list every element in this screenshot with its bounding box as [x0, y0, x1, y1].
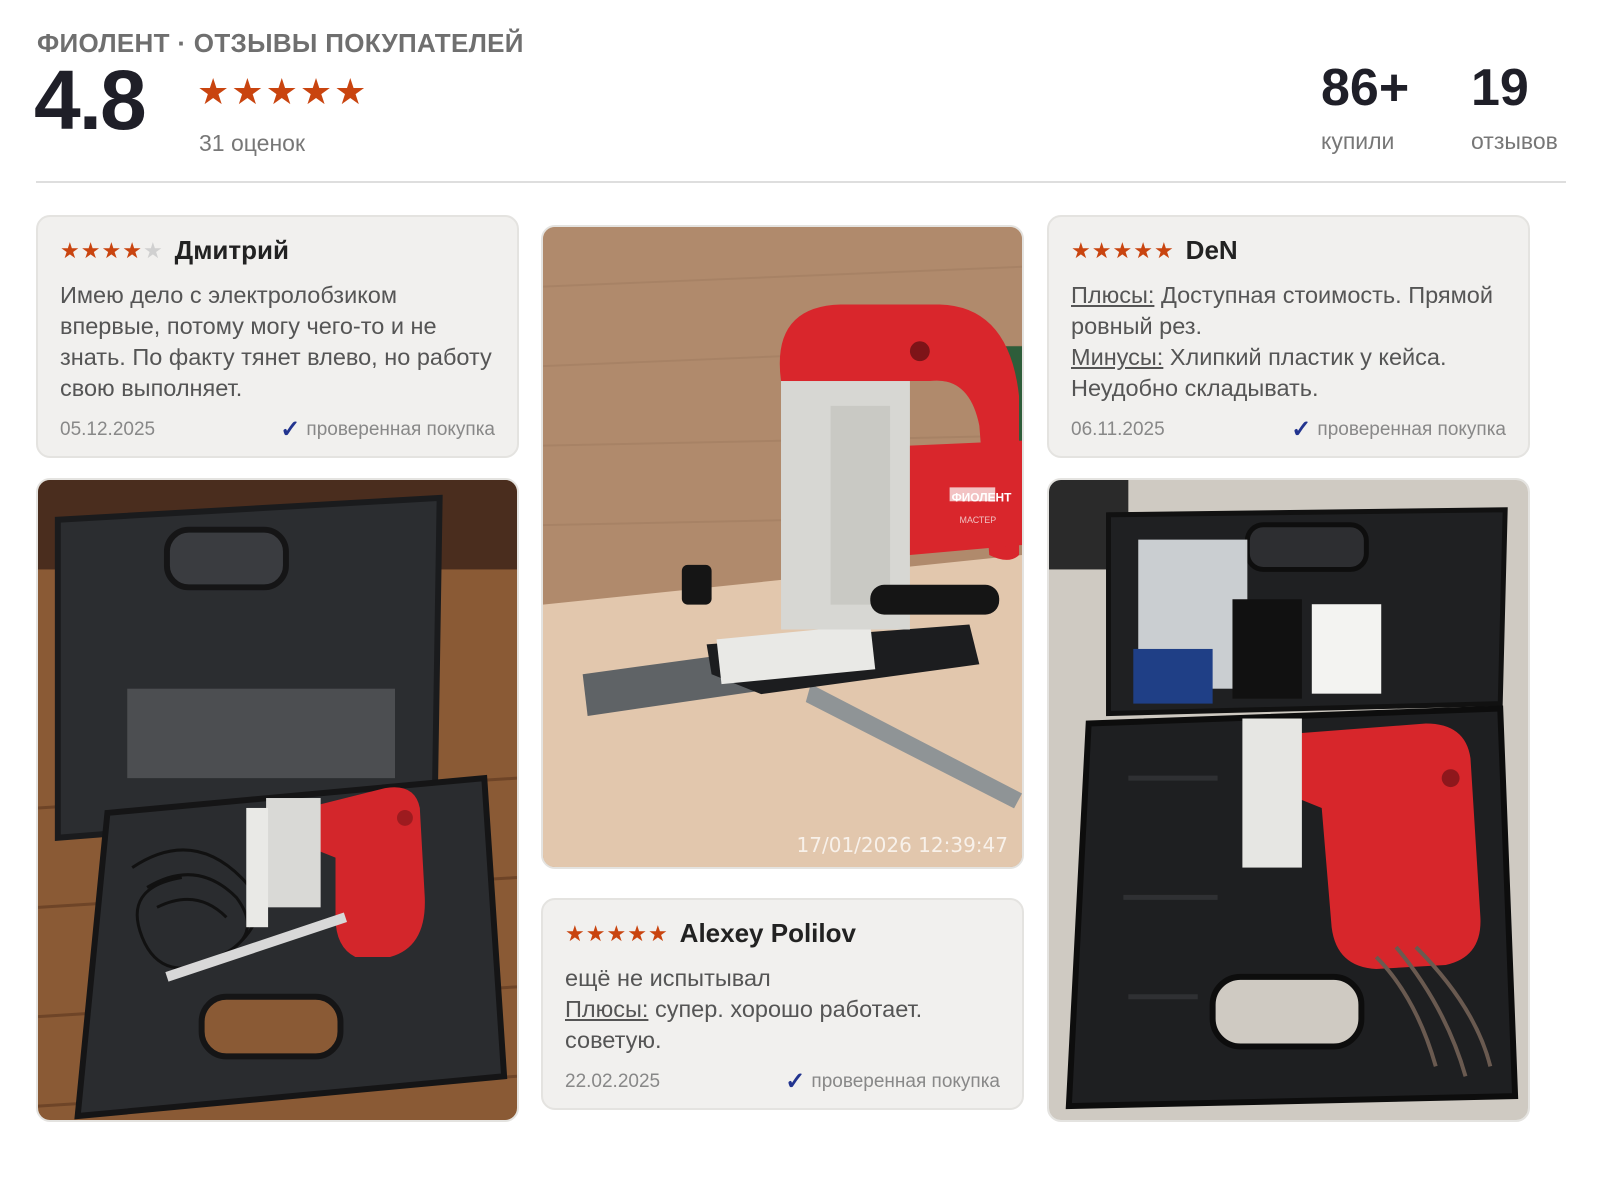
check-icon: ✓: [785, 1068, 806, 1095]
star-icon: ★: [1112, 237, 1133, 263]
verified-badge: ✓ проверенная покупка: [1291, 418, 1506, 442]
verified-label: проверенная покупка: [1317, 419, 1506, 440]
review-stars: ★ ★ ★ ★ ★: [60, 237, 163, 263]
photo-jigsaw-with-guide: ФИОЛЕНТ МАСТЕР: [543, 227, 1022, 867]
review-comment: ещё не испытывал: [565, 965, 771, 991]
star-icon: ★: [627, 920, 647, 946]
review-photo[interactable]: [1047, 478, 1530, 1122]
review-text: ещё не испытывал Плюсы: супер. хорошо ра…: [565, 963, 1000, 1056]
review-card[interactable]: ★ ★ ★ ★ ★ Alexey Polilov ещё не испытывал Пл…: [541, 898, 1024, 1110]
check-icon: ✓: [280, 416, 301, 443]
review-author: DeN: [1185, 235, 1238, 265]
photo-timestamp: 17/01/2026 12:39:47: [796, 833, 1008, 857]
review-author: Alexey Polilov: [679, 918, 856, 948]
reviews-label: отзывов: [1471, 128, 1558, 154]
review-stars: ★ ★ ★ ★ ★: [565, 920, 668, 946]
review-photo[interactable]: ФИОЛЕНТ МАСТЕР 17/01/2026 12:39:47: [541, 225, 1024, 869]
verified-label: проверенная покупка: [306, 419, 495, 440]
review-date: 22.02.2025: [565, 1071, 661, 1092]
verified-badge: ✓ проверенная покупка: [785, 1070, 1000, 1094]
review-stars: ★ ★ ★ ★ ★: [1071, 237, 1174, 263]
verified-label: проверенная покупка: [811, 1071, 1000, 1092]
star-icon: ★: [1071, 237, 1091, 263]
cons-label: Минусы:: [1071, 344, 1164, 370]
review-photo[interactable]: [36, 478, 519, 1122]
star-icon: ★: [1091, 237, 1112, 263]
check-icon: ✓: [1291, 416, 1312, 443]
star-icon: ★: [606, 920, 627, 946]
star-icon: ★: [1153, 237, 1174, 263]
review-date: 06.11.2025: [1071, 419, 1165, 440]
star-icon: ★: [80, 237, 101, 263]
review-date: 05.12.2025: [60, 419, 156, 440]
pros-label: Плюсы:: [565, 996, 649, 1022]
review-card[interactable]: ★ ★ ★ ★ ★ DeN Плюсы: Доступная стоимость. Пр…: [1047, 215, 1530, 458]
star-icon: ★: [142, 237, 163, 263]
review-text: Плюсы: Доступная стоимость. Прямой ровны…: [1071, 280, 1506, 404]
rating-stars: ★ ★ ★ ★ ★: [197, 74, 366, 110]
review-text: Имею дело с электролобзиком впервые, пот…: [60, 282, 492, 401]
star-icon: ★: [197, 71, 230, 112]
pros-label: Плюсы:: [1071, 282, 1155, 308]
reviews-number: 19: [1471, 59, 1529, 117]
star-icon: ★: [1133, 237, 1153, 263]
reviews-stat: 19 отзывов: [1471, 62, 1558, 155]
bought-stat: 86+ купили: [1321, 62, 1409, 155]
bought-label: купили: [1321, 128, 1395, 154]
tool-model-mark: МАСТЕР: [960, 515, 997, 525]
star-icon: ★: [585, 920, 606, 946]
photo-jigsaw-in-case-accessories: [1049, 480, 1528, 1120]
average-rating: 4.8: [34, 53, 147, 147]
star-icon: ★: [565, 920, 585, 946]
star-icon: ★: [334, 71, 367, 112]
bought-number: 86+: [1321, 59, 1410, 117]
verified-badge: ✓ проверенная покупка: [280, 418, 495, 442]
star-icon: ★: [60, 237, 80, 263]
review-author: Дмитрий: [174, 235, 289, 265]
star-icon: ★: [122, 237, 142, 263]
header-divider: [36, 181, 1566, 183]
photo-jigsaw-in-case-floor: [38, 480, 517, 1120]
star-icon: ★: [231, 71, 264, 112]
star-icon: ★: [101, 237, 122, 263]
ratings-count: 31 оценок: [199, 130, 306, 156]
star-icon: ★: [299, 71, 333, 112]
star-icon: ★: [265, 71, 298, 112]
review-card[interactable]: ★ ★ ★ ★ ★ Дмитрий Имею дело с электролобзико…: [36, 215, 519, 458]
tool-brand-mark: ФИОЛЕНТ: [952, 490, 1013, 504]
star-icon: ★: [647, 920, 668, 946]
